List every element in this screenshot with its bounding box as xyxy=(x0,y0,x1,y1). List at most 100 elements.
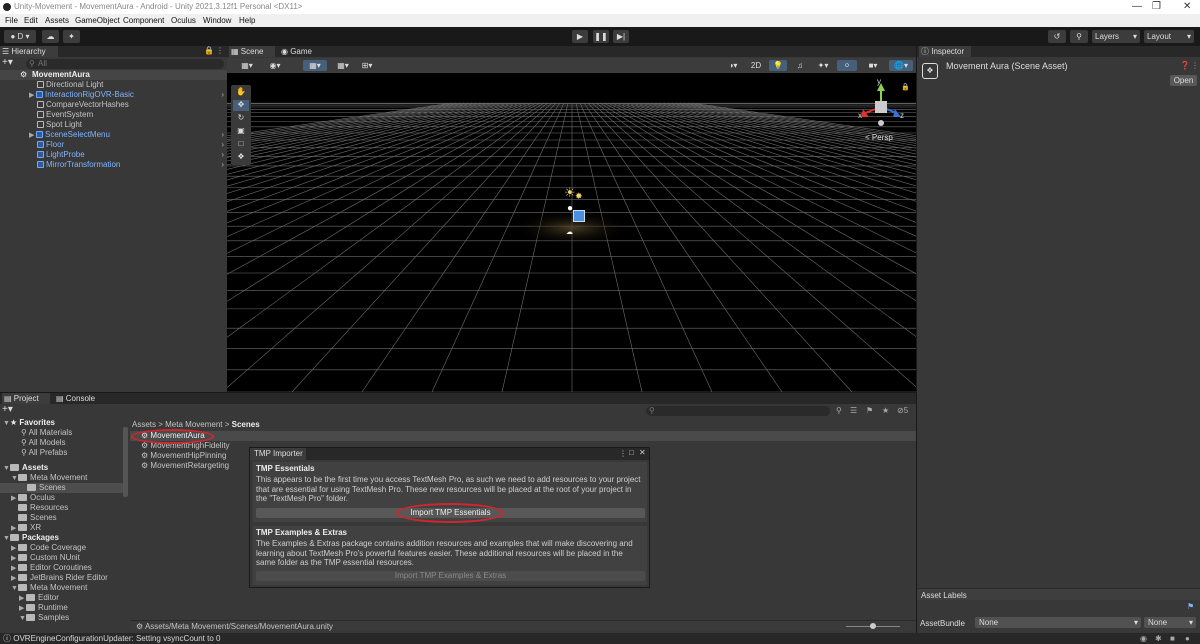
effects-dropdown[interactable]: ✦▾ xyxy=(813,60,833,71)
hierarchy-item[interactable]: ▶ SceneSelectMenu › xyxy=(0,130,227,140)
lock-icon[interactable]: 🔒 xyxy=(204,46,214,55)
tab-scene[interactable]: ▦ Scene xyxy=(229,46,275,57)
2d-toggle[interactable]: 2D xyxy=(747,60,765,71)
package-item[interactable]: ▶ Runtime xyxy=(19,603,68,613)
layout-dropdown[interactable]: Layout ▾ xyxy=(1144,30,1194,43)
package-item[interactable]: ▶ JetBrains Rider Editor xyxy=(11,573,108,583)
package-item[interactable]: ▶ Code Coverage xyxy=(11,543,86,553)
step-button[interactable]: ▶| xyxy=(613,30,629,43)
menu-help[interactable]: Help xyxy=(239,14,255,27)
package-item[interactable]: ▼ Meta Movement xyxy=(11,583,87,593)
account-button[interactable]: ● D ▾ xyxy=(4,30,36,43)
breadcrumb-scenes[interactable]: Scenes xyxy=(232,420,260,429)
kebab-menu-icon[interactable]: ⋮ xyxy=(1191,61,1199,70)
hierarchy-item[interactable]: Spot Light xyxy=(0,120,82,130)
import-tmp-extras-button[interactable]: Import TMP Examples & Extras xyxy=(256,571,645,581)
chevron-right-icon[interactable]: › xyxy=(221,130,224,140)
cache-server-icon[interactable]: ■ xyxy=(1170,633,1175,644)
file-item[interactable]: ⚙ MovementHipPinning xyxy=(141,451,226,461)
chevron-right-icon[interactable]: › xyxy=(221,160,224,170)
menu-component[interactable]: Component xyxy=(123,14,164,27)
rect-tool-icon[interactable]: □ xyxy=(233,139,249,150)
assets-header[interactable]: ▼ Assets xyxy=(3,463,48,473)
chevron-right-icon[interactable]: › xyxy=(221,140,224,150)
increment-snap-button[interactable]: ⊞▾ xyxy=(359,60,375,71)
variant-dropdown[interactable]: None ▾ xyxy=(1144,617,1196,628)
scene-viewport[interactable]: ✋ ✥ ↻ ▣ □ ❖ y x z 🔒 < Persp ☀ ✸ ● ☁ xyxy=(227,73,916,392)
grid-toggle[interactable]: ▦▾ xyxy=(303,60,327,71)
hierarchy-item[interactable]: Floor › xyxy=(0,140,227,150)
collab-status-icon[interactable]: ● xyxy=(1185,633,1190,644)
tab-project[interactable]: ▤ Project xyxy=(2,393,50,404)
add-object-button[interactable]: +▾ xyxy=(2,58,24,69)
chevron-right-icon[interactable]: › xyxy=(221,90,224,100)
favorite-star-icon[interactable]: ★ xyxy=(882,406,889,415)
create-asset-button[interactable]: +▾ xyxy=(2,405,22,416)
expand-arrow-icon[interactable]: ▼ xyxy=(19,614,26,624)
menu-gameobject[interactable]: GameObject xyxy=(75,14,120,27)
favorites-header[interactable]: ▼★ Favorites xyxy=(3,418,55,428)
tab-inspector[interactable]: ⓘ Inspector xyxy=(919,46,971,57)
tag-icon[interactable]: ⚑ xyxy=(1187,602,1194,611)
menu-window[interactable]: Window xyxy=(203,14,231,27)
expand-arrow-icon[interactable]: ▼ xyxy=(3,464,10,474)
search-icon[interactable]: ⚲ xyxy=(1070,30,1088,43)
collab-icon[interactable]: ✦ xyxy=(63,30,80,43)
transform-tool-icon[interactable]: ❖ xyxy=(233,152,249,163)
snap-dropdown[interactable]: ▦▾ xyxy=(331,60,355,71)
maximize-icon[interactable]: ❐ xyxy=(1152,0,1161,14)
kebab-menu-icon[interactable]: ⋮ xyxy=(619,449,627,458)
dialog-tab[interactable]: TMP Importer xyxy=(250,448,306,460)
status-message[interactable]: OVREngineConfigurationUpdater: Setting v… xyxy=(13,634,220,643)
layers-dropdown[interactable]: Layers ▾ xyxy=(1092,30,1140,43)
filter-icon[interactable]: ☰ xyxy=(850,406,857,415)
play-button[interactable]: ▶ xyxy=(572,30,588,43)
package-item[interactable]: ▶ Editor xyxy=(19,593,59,603)
pause-button[interactable]: ❚❚ xyxy=(593,30,609,43)
orientation-gizmo[interactable]: y x z 🔒 xyxy=(855,77,911,139)
gizmos-dropdown[interactable]: 🌐▾ xyxy=(889,60,913,71)
audio-toggle-icon[interactable]: ♫ xyxy=(791,60,809,71)
hidden-packages-icon[interactable]: ⊘5 xyxy=(897,406,908,415)
draw-mode-dropdown[interactable]: ▦▾ xyxy=(235,60,259,71)
render-mode-dropdown[interactable]: ◑▾ xyxy=(723,60,743,71)
directional-light-icon[interactable]: ☀ xyxy=(564,185,576,201)
camera-dropdown[interactable]: ■▾ xyxy=(861,60,885,71)
chevron-right-icon[interactable]: › xyxy=(221,150,224,160)
file-item[interactable]: ⚙ MovementRetargeting xyxy=(141,461,229,471)
tab-game[interactable]: ◉ Game xyxy=(279,46,319,57)
file-item-selected[interactable]: ⚙ MovementAura xyxy=(130,431,916,441)
package-item[interactable]: ▶ Editor Coroutines xyxy=(11,563,92,573)
shading-dropdown[interactable]: ◉▾ xyxy=(263,60,287,71)
search-by-type-icon[interactable]: ⚲ xyxy=(836,406,842,415)
scale-tool-icon[interactable]: ▣ xyxy=(233,126,249,137)
breadcrumb-meta-movement[interactable]: Meta Movement xyxy=(165,420,222,429)
expand-arrow-icon[interactable]: ▼ xyxy=(11,584,18,594)
hierarchy-scene-root[interactable]: ⚙ MovementAura xyxy=(0,70,227,80)
move-tool-icon[interactable]: ✥ xyxy=(233,100,249,111)
open-button[interactable]: Open xyxy=(1170,75,1197,86)
maximize-icon[interactable]: □ xyxy=(629,448,634,457)
packages-header[interactable]: ▼ Packages xyxy=(3,533,59,543)
project-search-input[interactable]: ⚲ xyxy=(646,406,830,416)
folder-item[interactable]: Resources xyxy=(18,503,68,513)
favorite-item[interactable]: ⚲ All Models xyxy=(21,438,66,448)
hand-tool-icon[interactable]: ✋ xyxy=(233,87,249,98)
menu-file[interactable]: File xyxy=(5,14,18,27)
asset-labels-header[interactable]: Asset Labels xyxy=(917,588,1200,600)
hierarchy-item[interactable]: Directional Light xyxy=(0,80,103,90)
persp-label[interactable]: < Persp xyxy=(865,133,893,142)
tree-scrollbar[interactable] xyxy=(123,427,128,497)
hierarchy-item[interactable]: MirrorTransformation › xyxy=(0,160,227,170)
cloud-icon[interactable]: ☁ xyxy=(42,30,59,43)
expand-arrow-icon[interactable]: ▶ xyxy=(11,494,18,504)
progress-icon[interactable]: ◉ xyxy=(1140,633,1147,644)
spot-light-icon[interactable]: ✸ xyxy=(575,191,583,202)
help-icon[interactable]: ❓ xyxy=(1180,61,1190,70)
favorite-item[interactable]: ⚲ All Materials xyxy=(21,428,72,438)
menu-edit[interactable]: Edit xyxy=(24,14,38,27)
hierarchy-item[interactable]: LightProbe › xyxy=(0,150,227,160)
label-filter-icon[interactable]: ⚑ xyxy=(866,406,873,415)
favorite-item[interactable]: ⚲ All Prefabs xyxy=(21,448,67,458)
breadcrumb-assets[interactable]: Assets xyxy=(132,420,156,429)
